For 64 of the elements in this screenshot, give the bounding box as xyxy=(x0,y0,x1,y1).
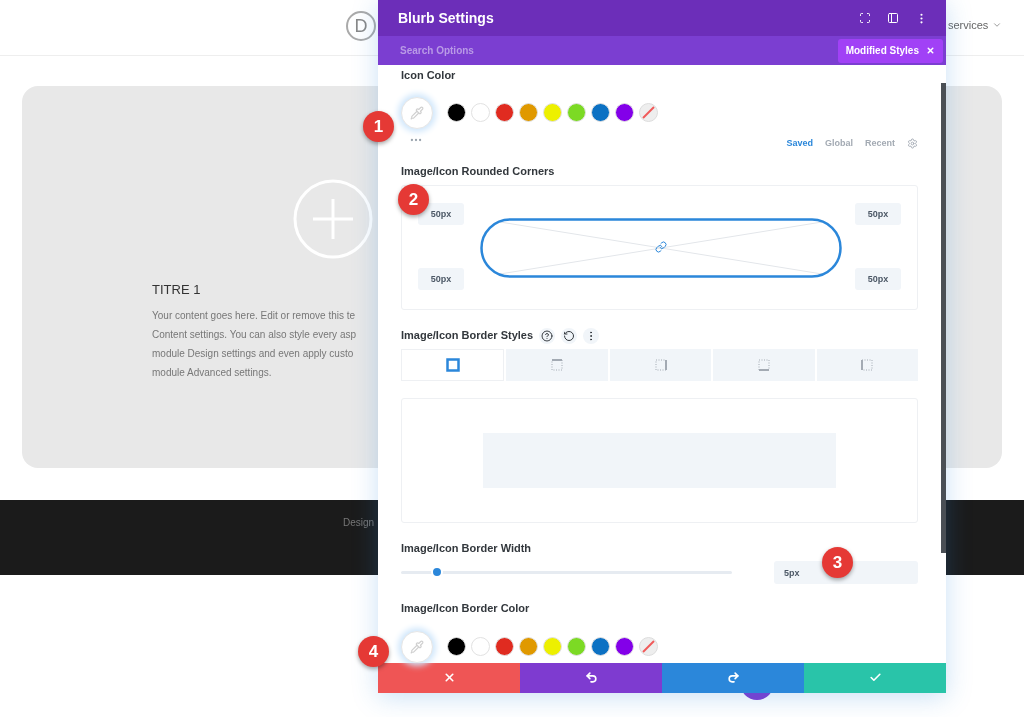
step-marker: 4 xyxy=(358,636,389,667)
modified-styles-filter[interactable]: Modified Styles xyxy=(837,38,943,63)
border-side-icon xyxy=(756,357,771,372)
modal-title: Blurb Settings xyxy=(398,8,494,28)
border-side-icon xyxy=(445,357,460,372)
palette-tab[interactable]: Saved xyxy=(786,137,813,151)
link-icon[interactable] xyxy=(655,241,667,254)
corner-input[interactable]: 50px xyxy=(855,268,901,291)
color-swatch[interactable] xyxy=(615,637,634,657)
color-swatch[interactable] xyxy=(567,103,586,123)
border-side-icon xyxy=(860,357,875,372)
color-swatch[interactable] xyxy=(495,637,514,657)
sidebar-icon[interactable] xyxy=(887,12,899,25)
nav-link[interactable]: services xyxy=(948,17,989,34)
close-icon xyxy=(442,671,456,685)
footer-text: Design xyxy=(343,516,375,530)
field-label: Icon Color xyxy=(401,68,457,84)
color-picker-button[interactable] xyxy=(401,96,433,129)
color-swatch[interactable] xyxy=(567,637,586,657)
blurb-title: TITRE 1 xyxy=(152,281,202,299)
color-picker-button[interactable] xyxy=(401,630,433,663)
color-swatch[interactable] xyxy=(543,103,562,123)
field-label: Image/Icon Rounded Corners xyxy=(401,163,556,179)
reset-icon[interactable] xyxy=(561,327,578,344)
border-side-icon xyxy=(653,357,668,372)
color-swatch[interactable] xyxy=(471,103,490,123)
settings-icon[interactable] xyxy=(907,138,918,150)
border-side-icon xyxy=(550,357,565,372)
no-color-swatch[interactable] xyxy=(639,637,658,657)
color-swatch[interactable] xyxy=(447,637,466,657)
redo-button[interactable] xyxy=(662,662,804,693)
color-swatch[interactable] xyxy=(615,103,634,123)
color-swatch[interactable] xyxy=(447,103,466,123)
border-side-tab[interactable] xyxy=(401,348,505,381)
corner-input[interactable]: 50px xyxy=(418,268,464,291)
color-swatch[interactable] xyxy=(519,103,538,123)
redo-icon xyxy=(726,671,740,685)
plus-circle-icon xyxy=(292,178,374,260)
undo-icon xyxy=(584,671,598,685)
undo-button[interactable] xyxy=(520,662,662,693)
save-button[interactable] xyxy=(804,662,946,693)
color-swatch[interactable] xyxy=(591,637,610,657)
eyedropper-icon xyxy=(410,105,424,120)
blurb-text: Your content goes here. Edit or remove this te Content settings. You can also style every asp module Design settings and even apply custo module Advanced settings. xyxy=(152,308,357,380)
field-label: Image/Icon Border Styles xyxy=(401,328,534,344)
search-field[interactable]: Search Options xyxy=(400,43,600,59)
cancel-button[interactable] xyxy=(378,662,520,693)
color-swatch[interactable] xyxy=(591,103,610,123)
color-swatch[interactable] xyxy=(471,637,490,657)
corner-input[interactable]: 50px xyxy=(418,203,464,226)
color-swatch[interactable] xyxy=(543,637,562,657)
scrollbar[interactable] xyxy=(941,83,946,554)
site-logo[interactable]: D xyxy=(346,11,376,41)
corner-input[interactable]: 50px xyxy=(855,203,901,226)
close-icon xyxy=(926,46,935,56)
options-icon[interactable] xyxy=(583,327,600,344)
color-swatch[interactable] xyxy=(519,637,538,657)
no-color-swatch[interactable] xyxy=(639,103,658,123)
help-icon[interactable] xyxy=(539,327,556,344)
fullscreen-icon[interactable] xyxy=(859,12,871,25)
color-swatch[interactable] xyxy=(495,103,514,123)
field-label: Image/Icon Border Color xyxy=(401,601,531,617)
eyedropper-icon xyxy=(410,639,424,654)
field-label: Image/Icon Border Width xyxy=(401,540,533,556)
